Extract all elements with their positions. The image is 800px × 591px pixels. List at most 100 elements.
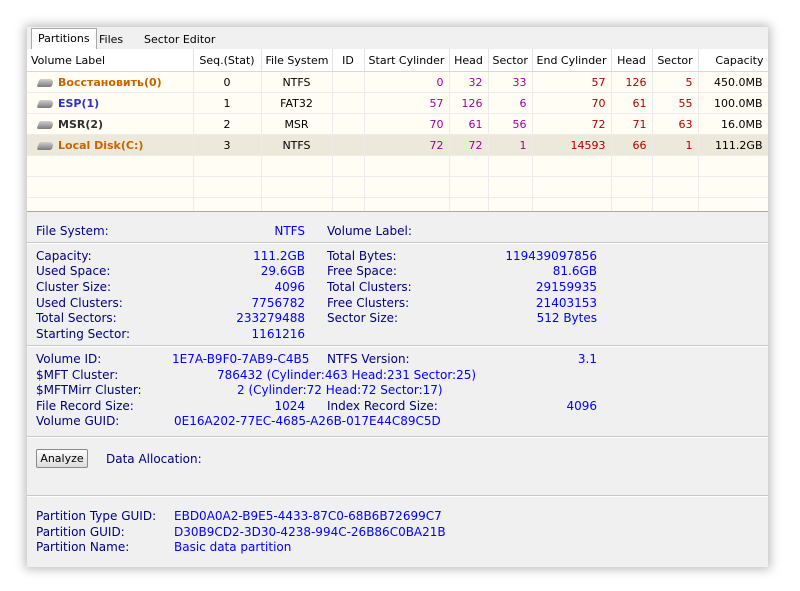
end-sector-cell: 5	[652, 71, 699, 93]
fs-cell: MSR	[261, 113, 333, 135]
sector-cell: 33	[488, 71, 533, 93]
volume-label: ESP(1)	[58, 96, 100, 110]
partition-guid-value: D30B9CD2-3D30-4238-994C-26B86C0BA21B	[174, 525, 446, 539]
total-clusters-value: 29159935	[535, 280, 597, 294]
col-volume-label[interactable]: Volume Label	[27, 49, 194, 72]
sector-cell: 56	[488, 113, 533, 135]
tab-files[interactable]: Files	[92, 30, 130, 48]
diskgenius-panel: Partitions Files Sector Editor Volume La…	[27, 27, 768, 567]
ntfs-version-value: 3.1	[577, 352, 597, 366]
file-system-label: File System:	[36, 224, 109, 238]
end-head-cell: 61	[611, 92, 653, 114]
mftmirr-cluster-value: 2 (Cylinder:72 Head:72 Sector:17)	[237, 383, 443, 397]
mft-cluster-label: $MFT Cluster:	[36, 368, 119, 382]
cluster-size-label: Cluster Size:	[36, 280, 112, 294]
ntfs-version-label: NTFS Version:	[327, 352, 410, 366]
free-clusters-value: 21403153	[535, 296, 597, 310]
index-record-size-label: Index Record Size:	[327, 399, 438, 413]
tab-sector-editor[interactable]: Sector Editor	[137, 30, 222, 48]
end-cylinder-cell: 14593	[532, 134, 612, 156]
start-cylinder-cell: 57	[364, 92, 450, 114]
file-system-value: NTFS	[274, 224, 305, 238]
head-cell: 126	[449, 92, 489, 114]
end-cylinder-cell: 70	[532, 92, 612, 114]
table-row[interactable]: ESP(1) 1 FAT32 57 126 6 70 61 55 100.0MB	[27, 92, 768, 114]
total-sectors-label: Total Sectors:	[36, 311, 117, 325]
col-end-head[interactable]: Head	[611, 49, 653, 72]
col-sector[interactable]: Sector	[488, 49, 533, 72]
col-end-sector[interactable]: Sector	[652, 49, 699, 72]
col-start-cylinder[interactable]: Start Cylinder	[364, 49, 450, 72]
partition-table: Volume Label Seq.(Stat) File System ID S…	[27, 49, 768, 219]
capacity-label: Capacity:	[36, 249, 92, 263]
volume-guid-label: Volume GUID:	[36, 414, 120, 428]
data-allocation-label: Data Allocation:	[106, 452, 202, 466]
volume-id-value: 1E7A-B9F0-7AB9-C4B5	[172, 352, 310, 366]
used-space-label: Used Space:	[36, 264, 111, 278]
table-row[interactable]: MSR(2) 2 MSR 70 61 56 72 71 63 16.0MB	[27, 113, 768, 135]
starting-sector-value: 1161216	[251, 327, 305, 341]
col-file-system[interactable]: File System	[261, 49, 333, 72]
separator	[27, 436, 768, 438]
table-row[interactable]: Восстановить(0) 0 NTFS 0 32 33 57 126 5 …	[27, 71, 768, 93]
end-head-cell: 126	[611, 71, 653, 93]
total-bytes-label: Total Bytes:	[327, 249, 397, 263]
total-bytes-value: 119439097856	[505, 249, 597, 263]
col-head[interactable]: Head	[449, 49, 489, 72]
capacity-value: 111.2GB	[253, 249, 305, 263]
start-cylinder-cell: 70	[364, 113, 450, 135]
col-seq-stat[interactable]: Seq.(Stat)	[193, 49, 262, 72]
partition-guid-label: Partition GUID:	[36, 525, 125, 539]
partition-type-guid-label: Partition Type GUID:	[36, 509, 157, 523]
sector-cell: 6	[488, 92, 533, 114]
id-cell	[332, 134, 365, 156]
fs-cell: NTFS	[261, 134, 333, 156]
analyze-button[interactable]: Analyze	[36, 449, 88, 468]
id-cell	[332, 92, 365, 114]
starting-sector-label: Starting Sector:	[36, 327, 131, 341]
table-header: Volume Label Seq.(Stat) File System ID S…	[27, 49, 768, 72]
fs-cell: FAT32	[261, 92, 333, 114]
file-record-size-value: 1024	[274, 399, 305, 413]
mftmirr-cluster-label: $MFTMirr Cluster:	[36, 383, 142, 397]
col-id[interactable]: ID	[332, 49, 365, 72]
volume-label: MSR(2)	[58, 117, 104, 131]
separator	[27, 242, 768, 244]
end-sector-cell: 63	[652, 113, 699, 135]
seq-cell: 2	[193, 113, 262, 135]
total-clusters-label: Total Clusters:	[327, 280, 412, 294]
sector-cell: 1	[488, 134, 533, 156]
id-cell	[332, 113, 365, 135]
used-clusters-value: 7756782	[251, 296, 305, 310]
total-sectors-value: 233279488	[236, 311, 305, 325]
mft-cluster-value: 786432 (Cylinder:463 Head:231 Sector:25)	[217, 368, 477, 382]
capacity-cell: 450.0MB	[698, 71, 768, 93]
tab-bar: Partitions Files Sector Editor	[27, 27, 768, 50]
col-end-cylinder[interactable]: End Cylinder	[532, 49, 612, 72]
disk-icon	[36, 120, 55, 129]
volume-guid-value: 0E16A202-77EC-4685-A26B-017E44C89C5D	[174, 414, 441, 428]
seq-cell: 0	[193, 71, 262, 93]
seq-cell: 1	[193, 92, 262, 114]
sector-size-label: Sector Size:	[327, 311, 399, 325]
partition-name-value: Basic data partition	[174, 540, 292, 554]
start-cylinder-cell: 72	[364, 134, 450, 156]
tab-partitions[interactable]: Partitions	[31, 28, 97, 50]
volume-label: Local Disk(C:)	[58, 138, 144, 152]
head-cell: 72	[449, 134, 489, 156]
col-capacity[interactable]: Capacity	[698, 49, 768, 72]
table-row-selected[interactable]: Local Disk(C:) 3 NTFS 72 72 1 14593 66 1…	[27, 134, 768, 156]
capacity-cell: 16.0MB	[698, 113, 768, 135]
sector-size-value: 512 Bytes	[536, 311, 597, 325]
free-space-value: 81.6GB	[552, 264, 597, 278]
capacity-cell: 100.0MB	[698, 92, 768, 114]
end-sector-cell: 55	[652, 92, 699, 114]
end-cylinder-cell: 57	[532, 71, 612, 93]
disk-icon	[36, 78, 55, 87]
partition-type-guid-value: EBD0A0A2-B9E5-4433-87C0-68B6B72699C7	[174, 509, 442, 523]
empty-row	[27, 155, 768, 177]
disk-icon	[36, 99, 55, 108]
end-head-cell: 71	[611, 113, 653, 135]
id-cell	[332, 71, 365, 93]
separator	[27, 495, 768, 497]
